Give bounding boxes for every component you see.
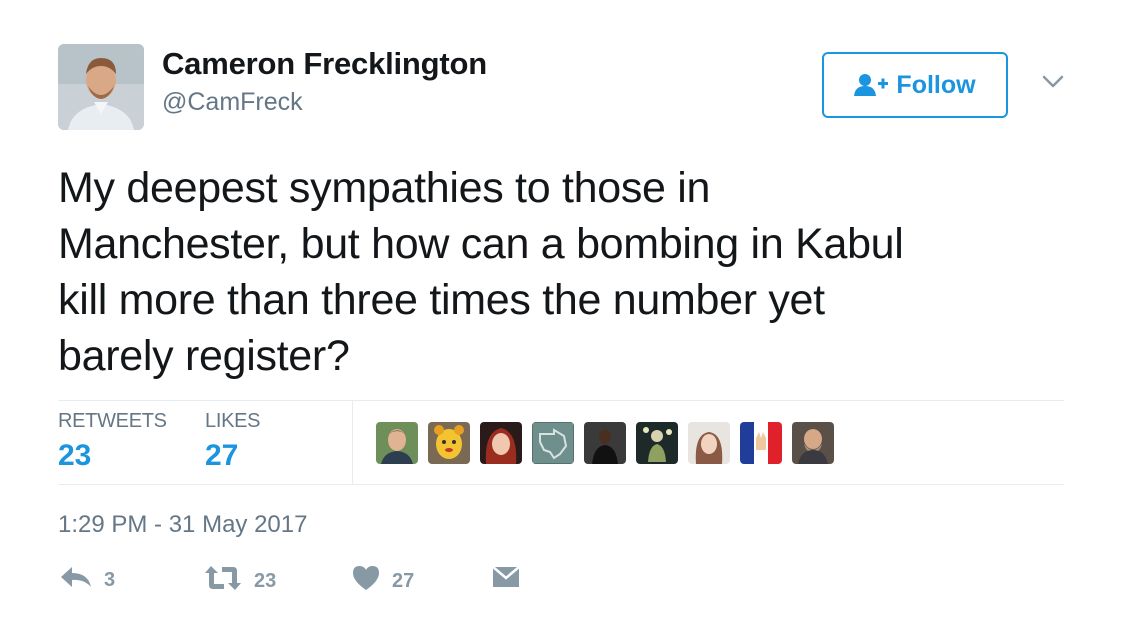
- reply-button[interactable]: 3: [60, 565, 115, 595]
- liker-avatar[interactable]: [376, 422, 418, 464]
- stats-divider: [352, 401, 353, 484]
- heart-icon: [352, 565, 380, 597]
- liker-avatar[interactable]: [532, 422, 574, 464]
- divider: [58, 484, 1064, 485]
- follow-button-label: Follow: [896, 70, 976, 99]
- tweet-text: My deepest sympathies to those in Manche…: [58, 160, 1068, 384]
- avatar[interactable]: [58, 44, 144, 130]
- chevron-down-icon[interactable]: [1040, 72, 1066, 92]
- retweets-label: RETWEETS: [58, 410, 167, 432]
- liker-avatar[interactable]: [740, 422, 782, 464]
- tweet-text-line: My deepest sympathies to those in: [58, 164, 711, 212]
- likes-label: LIKES: [205, 410, 261, 432]
- retweet-button[interactable]: 23: [204, 565, 276, 597]
- liker-avatar[interactable]: [636, 422, 678, 464]
- tweet-card: Cameron Frecklington @CamFreck Follow My…: [0, 0, 1124, 638]
- like-button[interactable]: 27: [352, 565, 414, 597]
- author-handle[interactable]: @CamFreck: [162, 88, 303, 117]
- liker-avatar[interactable]: [584, 422, 626, 464]
- author-name[interactable]: Cameron Frecklington: [162, 46, 487, 82]
- retweets-stat[interactable]: RETWEETS 23: [58, 410, 167, 473]
- tweet-timestamp[interactable]: 1:29 PM - 31 May 2017: [58, 511, 307, 539]
- liker-avatar[interactable]: [792, 422, 834, 464]
- retweet-icon: [204, 565, 242, 597]
- liker-avatar[interactable]: [688, 422, 730, 464]
- tweet-text-line: barely register?: [58, 332, 350, 380]
- divider: [58, 400, 1064, 401]
- reply-count: 3: [104, 568, 116, 591]
- retweet-count: 23: [254, 569, 277, 592]
- tweet-text-line: kill more than three times the number ye…: [58, 276, 825, 324]
- like-count: 27: [392, 569, 415, 592]
- liker-avatar[interactable]: [480, 422, 522, 464]
- direct-message-button[interactable]: [492, 565, 520, 595]
- likes-stat[interactable]: LIKES 27: [205, 410, 261, 473]
- retweets-count: 23: [58, 439, 92, 472]
- likers-avatars: [376, 422, 834, 464]
- envelope-icon: [492, 565, 520, 595]
- add-user-icon: [854, 73, 889, 97]
- reply-icon: [60, 565, 92, 595]
- liker-avatar[interactable]: [428, 422, 470, 464]
- likes-count: 27: [205, 439, 239, 472]
- tweet-text-line: Manchester, but how can a bombing in Kab…: [58, 220, 904, 268]
- follow-button[interactable]: Follow: [822, 52, 1008, 118]
